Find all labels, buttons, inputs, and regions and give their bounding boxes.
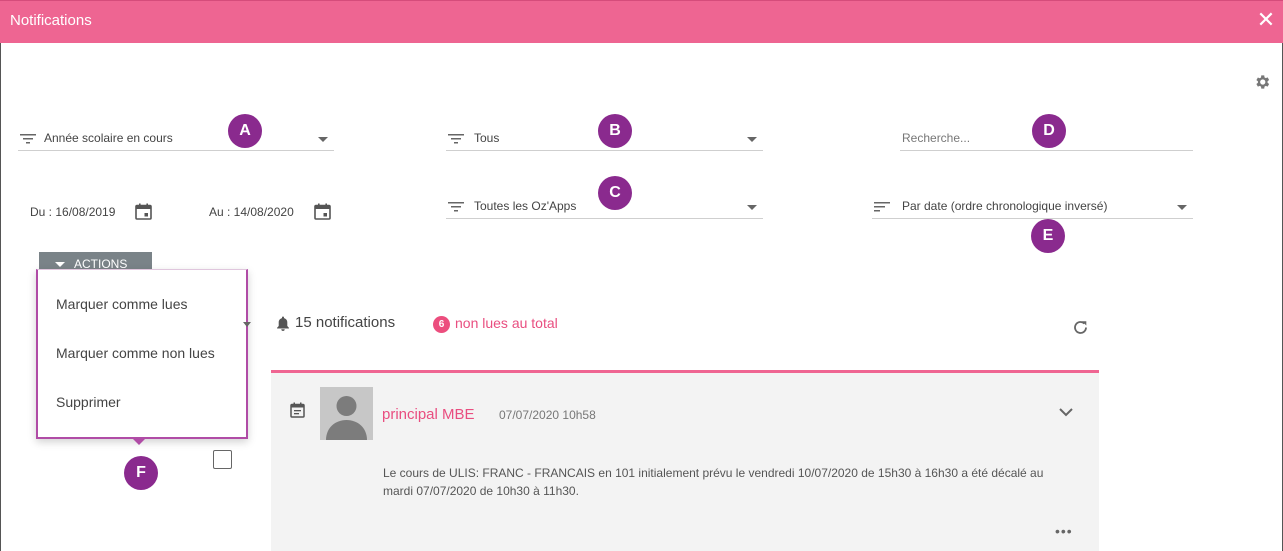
more-options-button[interactable]: ••• xyxy=(1055,523,1073,539)
notification-card[interactable]: principal MBE 07/07/2020 10h58 Le cours … xyxy=(271,370,1099,551)
actions-menu: Marquer comme lues Marquer comme non lue… xyxy=(36,269,248,439)
callout-d: D xyxy=(1032,114,1066,148)
filter-icon xyxy=(448,202,464,212)
bell-icon xyxy=(277,316,289,331)
menu-item-mark-unread[interactable]: Marquer comme non lues xyxy=(56,345,215,361)
notification-body: Le cours de ULIS: FRANC - FRANCAIS en 10… xyxy=(383,466,1044,498)
select-all-checkbox[interactable] xyxy=(213,450,232,469)
date-from[interactable]: Du : 16/08/2019 xyxy=(30,205,115,219)
callout-e: E xyxy=(1031,219,1065,253)
avatar xyxy=(320,387,373,440)
menu-item-mark-read[interactable]: Marquer comme lues xyxy=(56,296,188,312)
school-year-select[interactable]: Année scolaire en cours xyxy=(18,127,334,151)
filter-icon xyxy=(448,134,464,144)
chevron-down-icon xyxy=(747,205,757,210)
chevron-down-icon xyxy=(318,137,328,142)
notification-timestamp: 07/07/2020 10h58 xyxy=(499,408,596,422)
chevron-down-icon[interactable] xyxy=(1058,406,1074,418)
unread-badge: 6 xyxy=(433,316,450,333)
callout-b: B xyxy=(598,114,632,148)
filter-icon xyxy=(20,134,36,144)
date-to[interactable]: Au : 14/08/2020 xyxy=(209,205,294,219)
unread-label: non lues au total xyxy=(455,315,558,331)
sort-select[interactable]: Par date (ordre chronologique inversé) xyxy=(872,195,1193,219)
title-bar: Notifications ✕ xyxy=(0,0,1283,43)
menu-pointer xyxy=(131,437,147,445)
gear-icon[interactable] xyxy=(1253,73,1271,91)
notification-count: 15 notifications xyxy=(295,314,396,331)
menu-item-delete[interactable]: Supprimer xyxy=(56,394,121,410)
type-value: Tous xyxy=(474,131,500,145)
calendar-icon[interactable] xyxy=(314,203,331,220)
window-title: Notifications xyxy=(10,12,92,29)
school-year-value: Année scolaire en cours xyxy=(44,131,173,145)
calendar-icon xyxy=(290,402,305,418)
refresh-icon[interactable] xyxy=(1072,319,1089,336)
caret-down-icon xyxy=(55,262,65,267)
notification-author[interactable]: principal MBE xyxy=(382,406,475,423)
ozapps-value: Toutes les Oz'Apps xyxy=(474,199,577,213)
search-placeholder: Recherche... xyxy=(902,131,971,145)
callout-a: A xyxy=(228,114,262,148)
callout-f: F xyxy=(124,456,158,490)
chevron-down-icon xyxy=(1177,205,1187,210)
sort-value: Par date (ordre chronologique inversé) xyxy=(902,199,1108,213)
chevron-down-icon xyxy=(747,137,757,142)
sort-icon xyxy=(874,202,890,212)
avatar-icon xyxy=(326,396,367,440)
callout-c: C xyxy=(598,176,632,210)
calendar-icon[interactable] xyxy=(135,203,152,220)
select-caret-icon[interactable] xyxy=(243,322,251,327)
close-icon[interactable]: ✕ xyxy=(1253,7,1279,33)
